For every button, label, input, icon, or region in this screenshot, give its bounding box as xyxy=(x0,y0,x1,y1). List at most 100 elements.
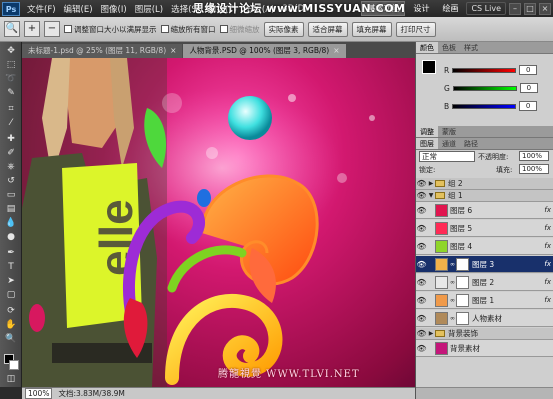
eye-icon[interactable]: 👁 xyxy=(416,242,427,251)
layer-row[interactable]: 👁 ▶ 组 2 xyxy=(416,178,553,190)
layer-row[interactable]: 👁 图层 6 fx xyxy=(416,202,553,219)
blend-mode-dropdown[interactable]: 正常 xyxy=(419,151,475,162)
history-brush-tool-icon[interactable]: ↺ xyxy=(4,176,18,187)
close-button[interactable]: × xyxy=(539,2,551,15)
lasso-tool-icon[interactable]: ➰ xyxy=(4,74,18,85)
fill-screen-button[interactable]: 填充屏幕 xyxy=(351,21,392,37)
scrubby-zoom-checkbox[interactable]: 细微缩放 xyxy=(219,24,260,35)
document-tab-active[interactable]: 人物背景.PSD @ 100% (图层 3, RGB/8) × xyxy=(183,44,346,58)
crop-tool-icon[interactable]: ⌗ xyxy=(4,104,18,115)
gradient-tool-icon[interactable]: ▤ xyxy=(4,204,18,215)
eye-icon[interactable]: 👁 xyxy=(416,344,427,353)
red-slider[interactable] xyxy=(452,67,517,73)
layer-row[interactable]: 👁 ∞ 图层 2 fx xyxy=(416,274,553,291)
opacity-input[interactable]: 100% xyxy=(519,151,549,161)
eye-icon[interactable]: 👁 xyxy=(416,296,427,305)
blue-value-input[interactable]: 0 xyxy=(519,101,538,111)
move-tool-icon[interactable]: ✥ xyxy=(4,46,18,57)
brush-tool-icon[interactable]: ✐ xyxy=(4,148,18,159)
zoom-all-windows-checkbox[interactable]: 缩放所有窗口 xyxy=(160,24,216,35)
checkbox-box[interactable] xyxy=(160,25,169,33)
document-size-info[interactable]: 文档:3.83M/38.9M xyxy=(58,388,124,399)
maximize-button[interactable]: □ xyxy=(524,2,536,15)
cs-live-button[interactable]: CS Live xyxy=(466,2,506,15)
quick-select-tool-icon[interactable]: ✎ xyxy=(4,88,18,99)
tab-paths[interactable]: 路径 xyxy=(460,138,482,149)
layer-mask-thumbnail[interactable] xyxy=(456,311,469,325)
layer-row[interactable]: 👁 ∞ 人物素材 xyxy=(416,310,553,327)
tab-styles[interactable]: 样式 xyxy=(460,42,482,53)
workspace-design-button[interactable]: 设计 xyxy=(408,2,434,15)
green-value-input[interactable]: 0 xyxy=(519,83,538,93)
eye-icon[interactable]: 👁 xyxy=(416,179,427,188)
fit-screen-button[interactable]: 适合屏幕 xyxy=(307,21,348,37)
blur-tool-icon[interactable]: 💧 xyxy=(4,218,18,229)
tab-swatches[interactable]: 色板 xyxy=(438,42,460,53)
menu-layer[interactable]: 图层(L) xyxy=(131,3,167,15)
type-tool-icon[interactable]: T xyxy=(4,262,18,273)
resize-windows-checkbox[interactable]: 调整窗口大小以满屏显示 xyxy=(64,24,157,35)
fill-input[interactable]: 100% xyxy=(519,164,549,174)
layer-row[interactable]: 👁 ▼ 组 1 xyxy=(416,190,553,202)
fx-icon[interactable]: fx xyxy=(544,206,551,214)
background-color-swatch[interactable] xyxy=(9,360,19,370)
tab-adjustments[interactable]: 调整 xyxy=(416,126,438,137)
actual-pixels-button[interactable]: 实际像素 xyxy=(263,21,304,37)
layer-row-selected[interactable]: 👁 ∞ 图层 3 fx xyxy=(416,256,553,273)
green-slider[interactable] xyxy=(452,85,517,91)
eye-icon[interactable]: 👁 xyxy=(416,224,427,233)
eye-icon[interactable]: 👁 xyxy=(416,329,427,338)
foreground-color-swatch[interactable] xyxy=(422,60,436,74)
fx-icon[interactable]: fx xyxy=(544,296,551,304)
layer-row[interactable]: 👁 ∞ 图层 1 fx xyxy=(416,292,553,309)
shape-tool-icon[interactable]: ▢ xyxy=(4,290,18,301)
document-tab-untitled[interactable]: 未标题-1.psd @ 25% (图层 11, RGB/8) × xyxy=(22,44,183,58)
minimize-button[interactable]: – xyxy=(509,2,521,15)
fx-icon[interactable]: fx xyxy=(544,278,551,286)
menu-edit[interactable]: 编辑(E) xyxy=(60,3,97,15)
clone-stamp-tool-icon[interactable]: ⎈ xyxy=(4,162,18,173)
path-select-tool-icon[interactable]: ➤ xyxy=(4,276,18,287)
dodge-tool-icon[interactable]: ● xyxy=(4,232,18,243)
layer-mask-thumbnail[interactable] xyxy=(456,293,469,307)
layer-mask-thumbnail[interactable] xyxy=(456,257,469,271)
close-icon[interactable]: × xyxy=(170,44,176,58)
zoom-tool-icon[interactable]: 🔍 xyxy=(4,21,20,37)
print-size-button[interactable]: 打印尺寸 xyxy=(395,21,436,37)
tab-color[interactable]: 颜色 xyxy=(416,42,438,53)
workspace-painting-button[interactable]: 绘画 xyxy=(437,2,463,15)
red-value-input[interactable]: 0 xyxy=(519,65,538,75)
eye-icon[interactable]: 👁 xyxy=(416,278,427,287)
hand-tool-icon[interactable]: ✋ xyxy=(4,320,18,331)
eye-icon[interactable]: 👁 xyxy=(416,314,427,323)
tab-channels[interactable]: 通道 xyxy=(438,138,460,149)
fx-icon[interactable]: fx xyxy=(544,260,551,268)
blue-slider[interactable] xyxy=(452,103,517,109)
chevron-right-icon[interactable]: ▶ xyxy=(427,330,435,337)
zoom-level-field[interactable]: 100% xyxy=(25,388,53,399)
zoom-in-icon[interactable]: + xyxy=(24,21,40,37)
eye-icon[interactable]: 👁 xyxy=(416,206,427,215)
3d-rotate-tool-icon[interactable]: ⟳ xyxy=(4,306,18,317)
chevron-down-icon[interactable]: ▼ xyxy=(427,192,435,199)
eye-icon[interactable]: 👁 xyxy=(416,191,427,200)
marquee-tool-icon[interactable]: ⬚ xyxy=(4,60,18,71)
zoom-tool-icon[interactable]: 🔍 xyxy=(4,334,18,345)
zoom-out-icon[interactable]: − xyxy=(44,21,60,37)
fx-icon[interactable]: fx xyxy=(544,242,551,250)
checkbox-box[interactable] xyxy=(64,25,72,33)
checkbox-box[interactable] xyxy=(219,25,228,33)
document-canvas[interactable]: elle xyxy=(22,58,415,387)
healing-brush-tool-icon[interactable]: ✚ xyxy=(4,134,18,145)
fx-icon[interactable]: fx xyxy=(544,224,551,232)
layer-row[interactable]: 👁 图层 4 fx xyxy=(416,238,553,255)
menu-image[interactable]: 图像(I) xyxy=(97,3,131,15)
menu-file[interactable]: 文件(F) xyxy=(23,3,60,15)
pen-tool-icon[interactable]: ✒ xyxy=(4,248,18,259)
quick-mask-icon[interactable]: ◫ xyxy=(4,374,18,385)
layer-row[interactable]: 👁 背景素材 xyxy=(416,340,553,357)
eraser-tool-icon[interactable]: ▭ xyxy=(4,190,18,201)
layer-mask-thumbnail[interactable] xyxy=(456,275,469,289)
chevron-right-icon[interactable]: ▶ xyxy=(427,180,435,187)
layer-row[interactable]: 👁 ▶ 背景装饰 xyxy=(416,328,553,340)
